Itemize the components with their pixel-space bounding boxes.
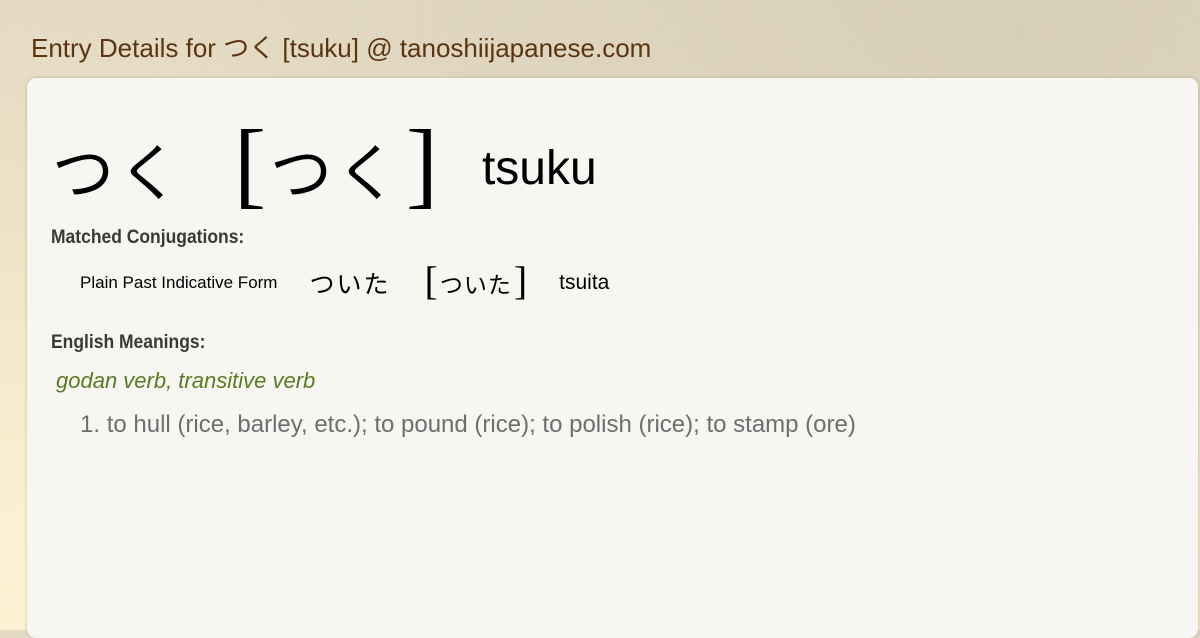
headword-reading-kana: つく	[269, 137, 402, 210]
part-of-speech: godan verb, transitive verb	[56, 368, 316, 393]
conjugation-word: ついた	[309, 270, 391, 299]
entry-card: つく [ つく ] tsuku Matched Conjugations: Pl…	[27, 78, 1198, 638]
page-title: Entry Details for つく [tsuku] @ tanoshiij…	[31, 33, 652, 63]
conjugation-romaji: tsuita	[559, 271, 610, 294]
conjugation-reading-kana: ついた	[439, 273, 512, 299]
headword-row: つく [ つく ] tsuku	[52, 116, 597, 218]
conjugation-reading: [ ついた ]	[424, 258, 528, 303]
matched-conjugations-heading: Matched Conjugations:	[51, 227, 245, 248]
conjugation-open-bracket: [	[424, 258, 438, 303]
conjugation-form-name: Plain Past Indicative Form	[80, 273, 278, 292]
meaning-number: 1.	[80, 411, 101, 438]
headword-romaji: tsuku	[481, 141, 597, 195]
reading-open-bracket: [	[234, 110, 266, 217]
conjugation-close-bracket: ]	[513, 258, 528, 303]
reading-close-bracket: ]	[406, 110, 438, 217]
english-meanings-heading: English Meanings:	[51, 332, 206, 353]
meaning-text: to hull (rice, barley, etc.); to pound (…	[106, 411, 856, 438]
headword-word: つく	[52, 137, 185, 210]
headword-reading: [ つく ]	[230, 116, 442, 216]
meaning-item: 1. to hull (rice, barley, etc.); to poun…	[80, 411, 856, 439]
conjugation-row: Plain Past Indicative Form ついた [ ついた ] t…	[80, 258, 609, 308]
